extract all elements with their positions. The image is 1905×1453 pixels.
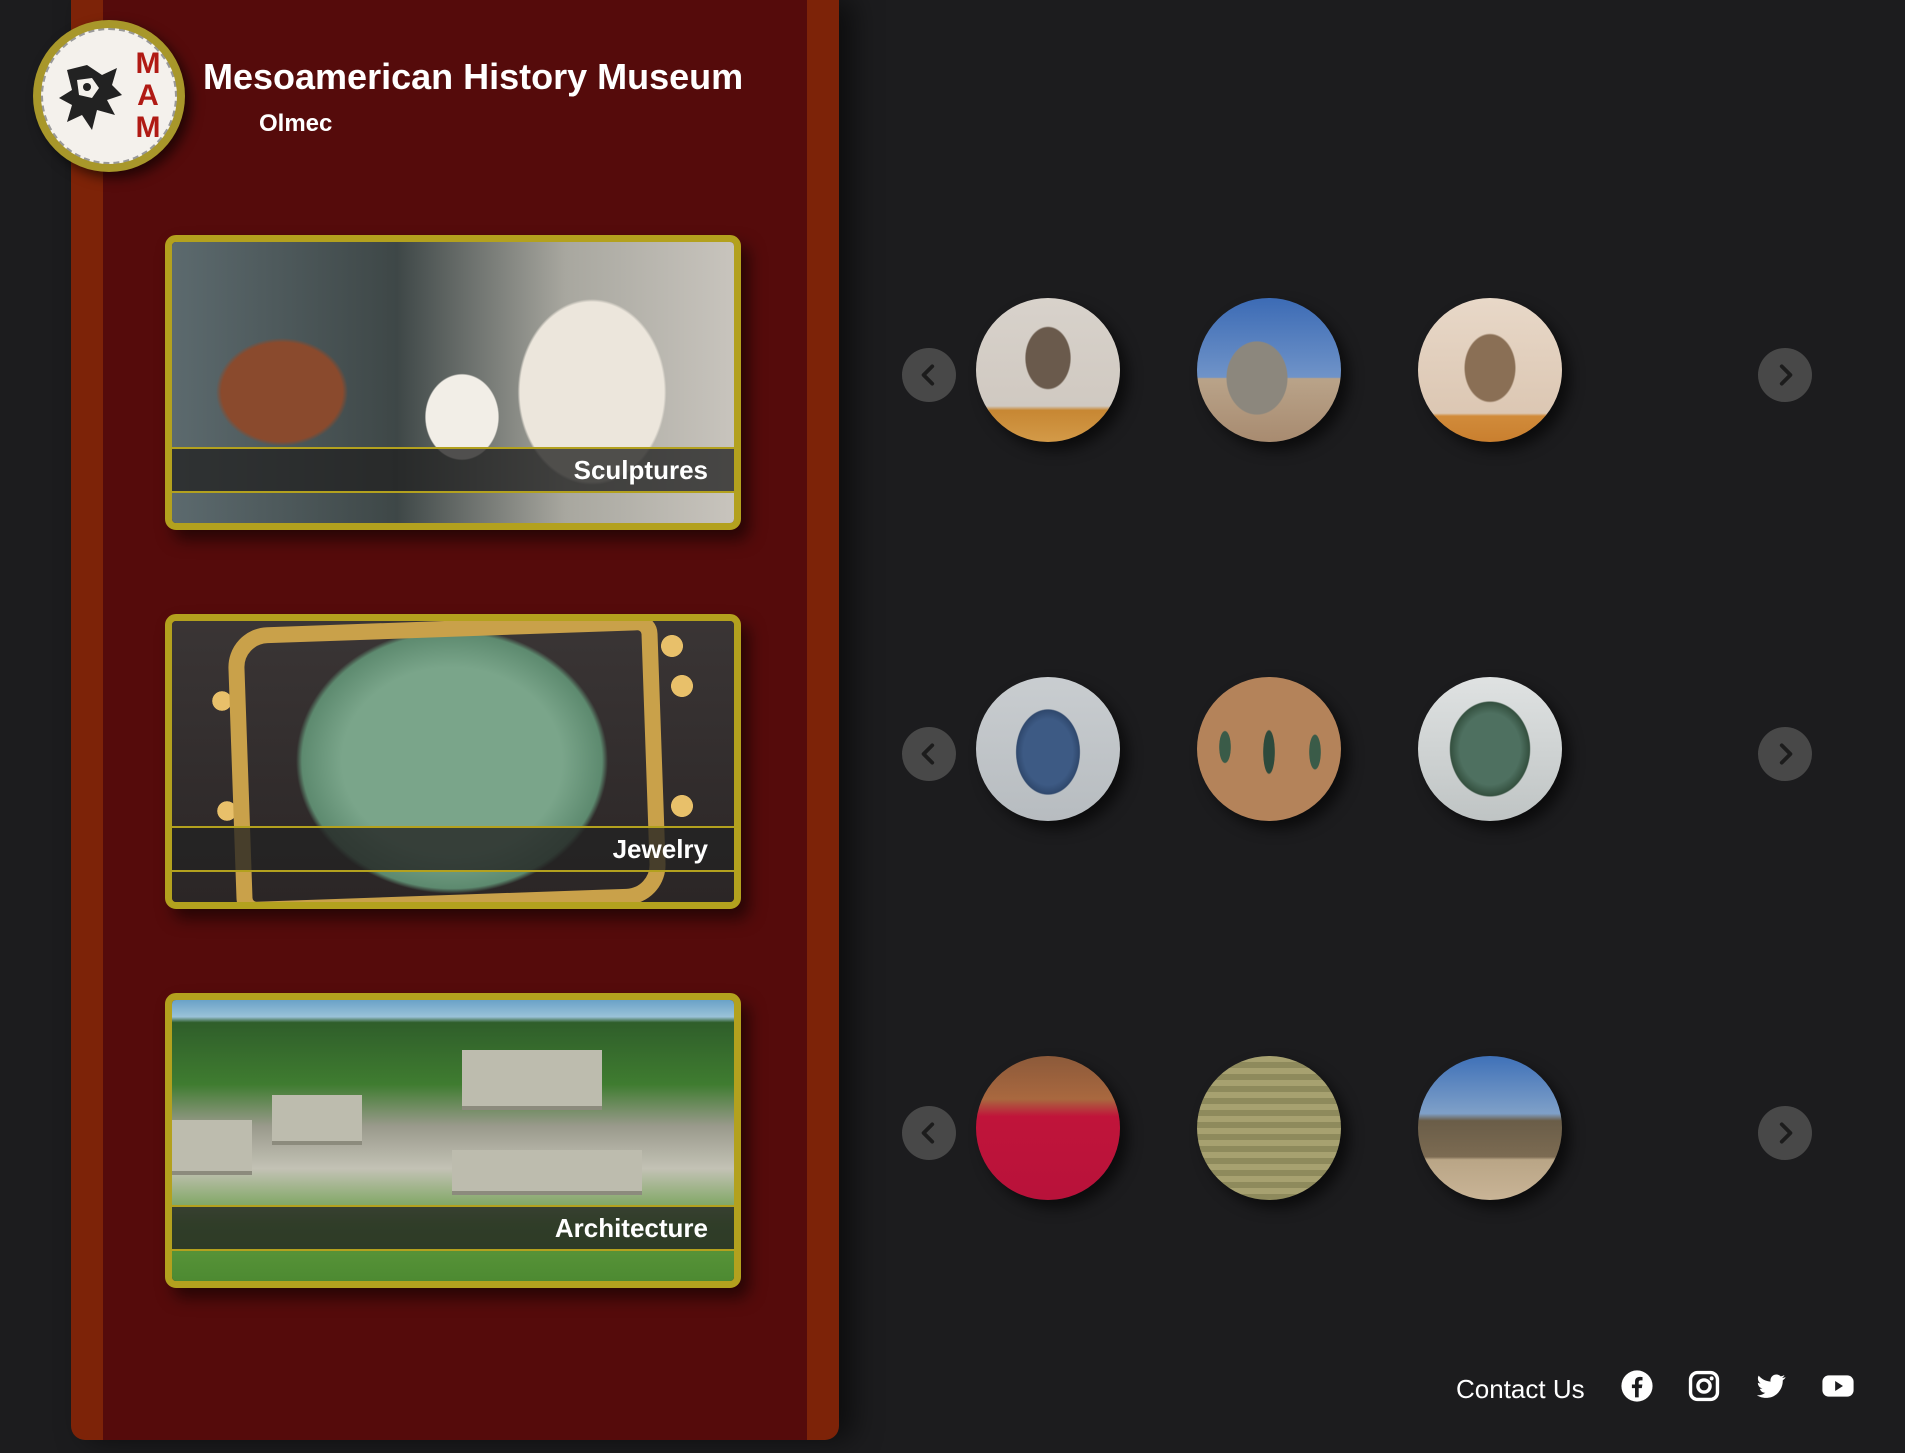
carousel-item-mosaic-pavement[interactable] <box>1197 1056 1341 1200</box>
carousel-item-jade-hand[interactable] <box>976 677 1120 821</box>
carousel-prev-button[interactable] <box>902 727 956 781</box>
card-label-band: Jewelry <box>172 826 734 872</box>
ruin-block <box>172 1120 252 1175</box>
carousel-item-seated-figure[interactable] <box>976 298 1120 442</box>
category-card-sculptures[interactable]: Sculptures <box>165 235 741 530</box>
carousel-architecture <box>900 1056 1820 1206</box>
chevron-left-icon <box>921 743 935 765</box>
carousel-prev-button[interactable] <box>902 348 956 402</box>
card-label: Sculptures <box>573 455 708 485</box>
carousel-next-button[interactable] <box>1758 348 1812 402</box>
card-label-band: Architecture <box>172 1205 734 1251</box>
carousel-item-colossal-head[interactable] <box>1197 298 1341 442</box>
twitter-link[interactable] <box>1753 1368 1789 1404</box>
carousel-prev-button[interactable] <box>902 1106 956 1160</box>
twitter-icon <box>1756 1374 1786 1398</box>
carousel-item-relief-stone[interactable] <box>1418 298 1562 442</box>
card-label: Jewelry <box>612 834 708 864</box>
carousel-next-button[interactable] <box>1758 1106 1812 1160</box>
footer: Contact Us <box>1450 1368 1870 1408</box>
card-label: Architecture <box>554 1213 708 1243</box>
instagram-icon <box>1688 1370 1720 1402</box>
ruin-block <box>272 1095 362 1145</box>
carousel-sculptures <box>900 298 1820 448</box>
youtube-link[interactable] <box>1820 1368 1856 1404</box>
card-label-band: Sculptures <box>172 447 734 493</box>
logo-emblem: M A M <box>41 28 177 164</box>
serpent-glyph-icon <box>59 65 122 130</box>
site-subtitle: Olmec <box>259 110 333 137</box>
carousel-item-jade-mask[interactable] <box>1418 677 1562 821</box>
carousel-item-jade-celts[interactable] <box>1197 677 1341 821</box>
chevron-right-icon <box>1779 743 1793 765</box>
site-title: Mesoamerican History Museum <box>203 56 744 97</box>
chevron-left-icon <box>921 1122 935 1144</box>
facebook-link[interactable] <box>1619 1368 1655 1404</box>
facebook-icon <box>1621 1370 1653 1402</box>
carousel-jewelry <box>900 677 1820 827</box>
chevron-left-icon <box>921 364 935 386</box>
logo-letter: A <box>137 79 159 112</box>
museum-logo[interactable]: M A M <box>33 20 185 172</box>
category-card-architecture[interactable]: Architecture <box>165 993 741 1288</box>
logo-letters: M A M <box>135 47 161 144</box>
logo-letter: M <box>135 47 161 80</box>
logo-letter: M <box>135 111 161 144</box>
contact-us-link[interactable]: Contact Us <box>1456 1374 1585 1405</box>
ruin-block <box>462 1050 602 1110</box>
carousel-item-pyramid[interactable] <box>1418 1056 1562 1200</box>
chevron-right-icon <box>1779 364 1793 386</box>
chevron-right-icon <box>1779 1122 1793 1144</box>
instagram-link[interactable] <box>1686 1368 1722 1404</box>
category-card-jewelry[interactable]: Jewelry <box>165 614 741 909</box>
carousel-next-button[interactable] <box>1758 727 1812 781</box>
ruin-block <box>452 1150 642 1195</box>
youtube-icon <box>1822 1375 1854 1397</box>
carousel-item-red-pit[interactable] <box>976 1056 1120 1200</box>
